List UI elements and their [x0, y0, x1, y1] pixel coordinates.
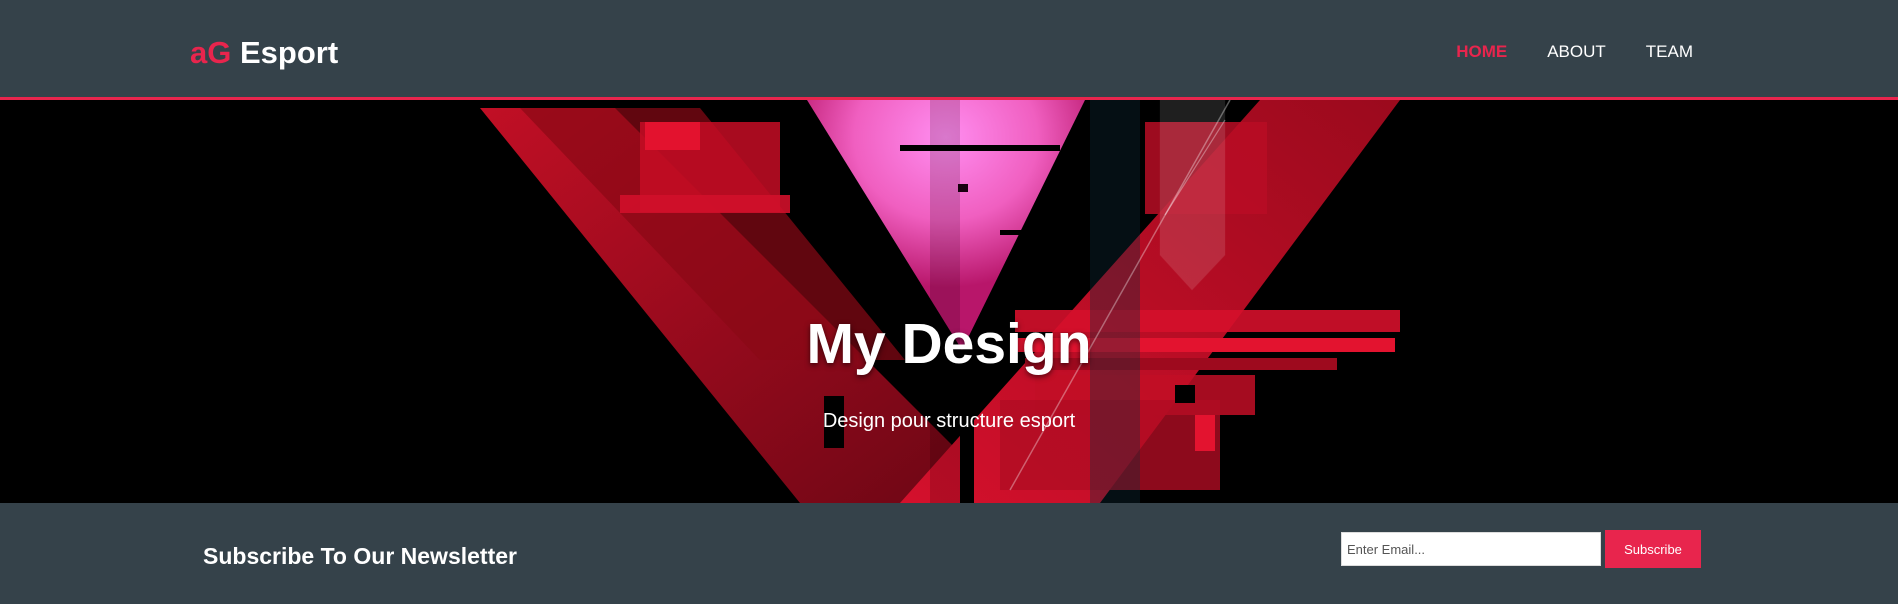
- logo-highlight: aG: [190, 35, 232, 70]
- nav-home-link[interactable]: HOME: [1456, 41, 1507, 63]
- logo-text: Esport: [231, 35, 339, 70]
- subscribe-button[interactable]: Subscribe: [1605, 530, 1701, 568]
- hero-background-art: [480, 100, 1400, 503]
- newsletter-title: Subscribe To Our Newsletter: [203, 543, 517, 569]
- newsletter-form: Subscribe: [1341, 530, 1701, 568]
- main-nav: HOME ABOUT TEAM: [1416, 41, 1693, 63]
- email-input[interactable]: [1341, 532, 1601, 566]
- hero-title: My Design: [806, 312, 1092, 376]
- hero-showcase: My Design Design pour structure esport: [0, 100, 1898, 503]
- newsletter-section: Subscribe To Our Newsletter Subscribe: [0, 503, 1898, 604]
- site-logo[interactable]: aG Esport: [190, 34, 338, 72]
- site-header: aG Esport HOME ABOUT TEAM: [0, 0, 1898, 100]
- nav-about-link[interactable]: ABOUT: [1547, 41, 1606, 63]
- hero-subtitle: Design pour structure esport: [822, 410, 1076, 432]
- nav-team-link[interactable]: TEAM: [1646, 41, 1693, 63]
